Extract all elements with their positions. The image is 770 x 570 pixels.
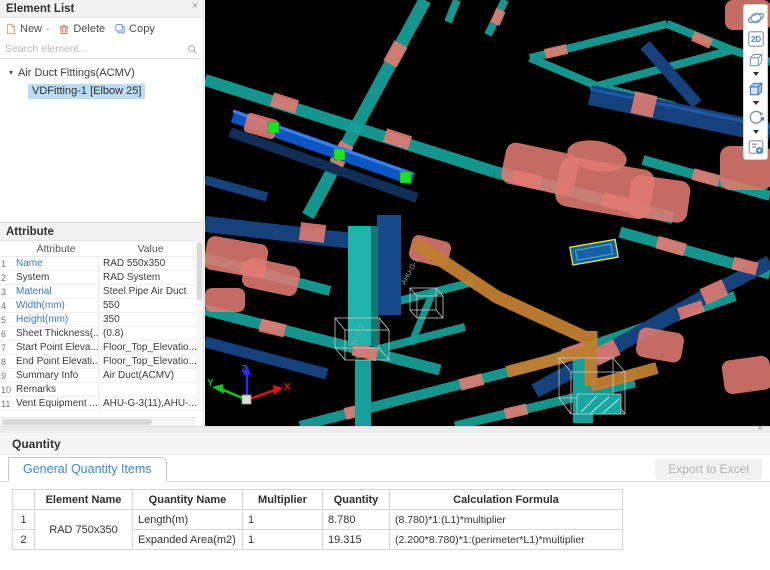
tab-general-quantity-items[interactable]: General Quantity Items — [8, 457, 167, 482]
dropdown-caret-icon[interactable] — [753, 72, 759, 76]
export-to-excel-button[interactable]: Export to Excel — [655, 458, 762, 480]
dropdown-caret-icon[interactable] — [753, 101, 759, 105]
delete-button[interactable]: Delete — [58, 23, 105, 35]
scrollbar-thumb[interactable] — [2, 419, 152, 425]
attribute-row[interactable]: 1 Name RAD 550x350 — [0, 257, 203, 271]
trash-icon — [58, 23, 70, 35]
quantity-name-cell: Length(m) — [133, 510, 243, 530]
quantity-table-header-row: Element Name Quantity Name Multiplier Qu… — [13, 490, 623, 510]
blue-riser-duct[interactable] — [377, 215, 401, 315]
col-calculation-formula[interactable]: Calculation Formula — [390, 490, 623, 510]
search-icon — [187, 44, 198, 55]
orbit-icon[interactable] — [747, 9, 765, 27]
delete-label: Delete — [73, 23, 105, 35]
multiplier-cell: 1 — [243, 510, 323, 530]
viewport-toolbar: 2D — [743, 4, 768, 160]
element-list-toolbar: New - Delete Copy — [0, 18, 203, 40]
attribute-panel-header: Attribute — [0, 223, 203, 241]
axis-y-label: Y — [207, 378, 214, 389]
panel-divider[interactable]: × — [0, 426, 770, 433]
duct-scene[interactable]: AHU-G-3 AHU-G-3 Z X Y — [205, 0, 770, 426]
row-number: 2 — [13, 530, 35, 550]
formula-cell: (2.200*8.780)*1:(perimeter*L1)*multiplie… — [390, 530, 623, 550]
quantity-row[interactable]: 1 RAD 750x350 Length(m) 1 8.780 (8.780)*… — [13, 510, 623, 530]
ahu-unit[interactable] — [577, 394, 621, 414]
copy-icon — [114, 23, 126, 35]
attribute-col-header: Attribute — [14, 241, 98, 257]
col-element-name[interactable]: Element Name — [35, 490, 133, 510]
attribute-row[interactable]: 4 Width(mm) 550 — [0, 299, 203, 313]
new-button[interactable]: New - — [5, 23, 49, 35]
view-3d-shaded-icon[interactable] — [747, 80, 765, 98]
vertical-scrollbar[interactable] — [196, 240, 203, 402]
attribute-row[interactable]: 7 Start Point Eleva... Floor_Top_Elevati… — [0, 341, 203, 355]
svg-text:2D: 2D — [750, 35, 760, 44]
attribute-row[interactable]: 8 End Point Elevati... Floor_Top_Elevati… — [0, 355, 203, 369]
quantity-name-cell: Expanded Area(m2) — [133, 530, 243, 550]
quantity-panel: Quantity General Quantity Items Export t… — [0, 433, 770, 570]
quantity-table: Element Name Quantity Name Multiplier Qu… — [12, 489, 623, 550]
value-col-header: Value — [98, 241, 203, 257]
row-number: 1 — [13, 510, 35, 530]
attribute-row[interactable]: 2 System RAD System — [0, 271, 203, 285]
new-label: New — [20, 23, 42, 35]
attribute-row[interactable]: 9 Summary Info Air Duct(ACMV) — [0, 369, 203, 383]
element-tree: ▾ Air Duct Fittings(ACMV) VDFitting-1 [E… — [0, 59, 203, 99]
search-box — [0, 40, 203, 59]
horizontal-scrollbar[interactable] — [0, 417, 196, 426]
tree-node-vdfitting-selected[interactable]: VDFitting-1 [Elbow 25] — [28, 84, 145, 99]
element-list-panel: Element List × New - — [0, 0, 203, 99]
copy-button[interactable]: Copy — [114, 23, 155, 35]
tree-expander-icon[interactable]: ▾ — [9, 68, 13, 77]
rotate-view-icon[interactable] — [747, 109, 765, 127]
formula-cell: (8.780)*1:(L1)*multiplier — [390, 510, 623, 530]
quantity-cell: 8.780 — [323, 510, 390, 530]
viewport-3d[interactable]: AHU-G-3 AHU-G-3 Z X Y — [205, 0, 770, 426]
col-quantity[interactable]: Quantity — [323, 490, 390, 510]
multiplier-cell: 1 — [243, 530, 323, 550]
attribute-table-header: Attribute Value — [0, 241, 203, 257]
element-list-header: Element List × — [0, 0, 203, 18]
attribute-row[interactable]: 5 Height(mm) 350 — [0, 313, 203, 327]
close-icon[interactable]: × — [192, 0, 198, 12]
copy-label: Copy — [129, 23, 155, 35]
attribute-row[interactable]: 11 Vent Equipment ... AHU-G-3(11),AHU-..… — [0, 397, 203, 411]
attribute-panel: Attribute Attribute Value 1 Name RAD 550… — [0, 222, 203, 426]
view-settings-icon[interactable] — [747, 138, 765, 156]
attribute-row[interactable]: 10 Remarks — [0, 383, 203, 397]
search-input[interactable] — [5, 43, 187, 55]
scrollbar-thumb[interactable] — [197, 242, 202, 300]
element-list-title: Element List — [6, 3, 74, 15]
attribute-row[interactable]: 3 Material Steel Pipe Air Duct — [0, 285, 203, 299]
quantity-panel-title: Quantity — [12, 437, 61, 451]
view-2d-icon[interactable]: 2D — [747, 30, 765, 48]
attribute-row[interactable]: 6 Sheet Thickness(... (0.8) — [0, 327, 203, 341]
left-panel-column: Element List × New - — [0, 0, 204, 426]
col-multiplier[interactable]: Multiplier — [243, 490, 323, 510]
dropdown-caret-icon[interactable] — [753, 130, 759, 134]
quantity-cell: 19.315 — [323, 530, 390, 550]
new-dropdown-icon[interactable]: - — [46, 24, 49, 35]
axis-x-label: X — [284, 382, 291, 393]
new-page-icon — [5, 23, 17, 35]
app-window: Element List × New - — [0, 0, 770, 570]
tree-node-air-duct-fittings[interactable]: ▾ Air Duct Fittings(ACMV) — [0, 64, 203, 81]
col-quantity-name[interactable]: Quantity Name — [133, 490, 243, 510]
element-name-cell: RAD 750x350 — [35, 510, 133, 550]
col-index — [13, 490, 35, 510]
quantity-tab-bar: General Quantity Items Export to Excel — [0, 455, 770, 482]
view-3d-wireframe-icon[interactable] — [747, 51, 765, 69]
tree-parent-label: Air Duct Fittings(ACMV) — [18, 67, 135, 79]
axis-z-label: Z — [241, 364, 247, 375]
quantity-panel-header: Quantity — [0, 433, 770, 455]
attribute-panel-title: Attribute — [6, 226, 54, 238]
